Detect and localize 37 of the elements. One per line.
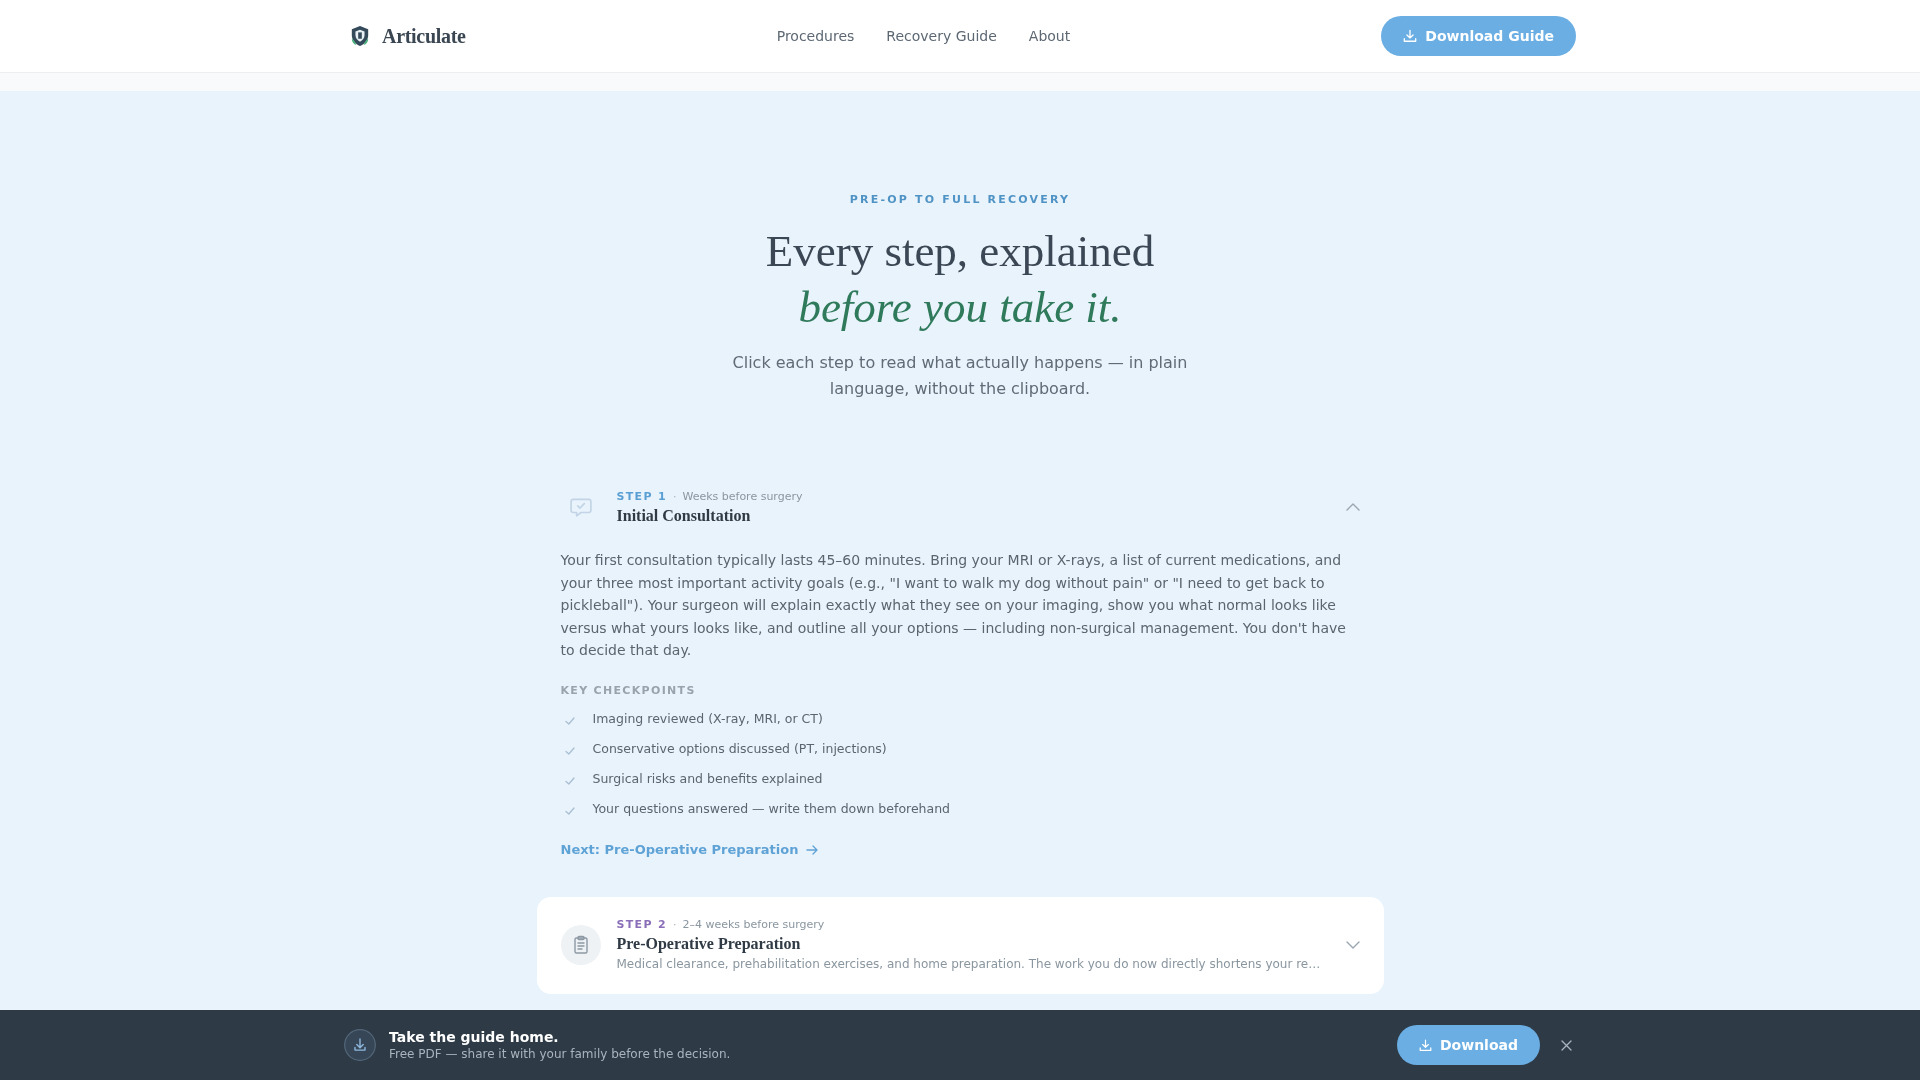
check-icon — [564, 807, 575, 816]
step-number: STEP 2 — [616, 916, 667, 933]
nav-link[interactable]: Procedures — [776, 26, 855, 46]
checklist-item: Conservative options discussed (PT, injections) — [592, 739, 887, 758]
step-timing: 2–4 weeks before surgery — [682, 916, 825, 933]
logo-icon[interactable] — [350, 25, 370, 47]
checklist-item: Imaging reviewed (X-ray, MRI, or CT) — [592, 709, 823, 728]
checklist-item: Surgical risks and benefits explained — [592, 769, 823, 788]
check-icon — [564, 747, 575, 756]
hero-subtitle: Click each step to read what actually happens — in plain language, without the clipboard. — [731, 352, 1189, 400]
hero-heading: Every step, explained before you take it. — [764, 225, 1156, 334]
check-icon — [564, 777, 575, 786]
close-icon[interactable] — [1561, 1039, 1572, 1051]
checklist-item: Your questions answered — write them down beforehand — [592, 799, 951, 818]
check-icon — [564, 717, 575, 726]
banner-subtitle: Free PDF — share it with your family before the decision. — [389, 1046, 731, 1062]
step-description: Your first consultation typically lasts 45–60 minutes. Bring your MRI or X-rays, a list of current medications, and your three most important activity goals (e.g., "I want to walk my dog without pain" or "I need to get back to pickleball"). Your surgeon will explain exactly what they see on your imaging, show you what normal looks like versus what yours looks like, and outline all your options — including non-surgical management. You don't have to decide that day. — [560, 551, 1347, 661]
step-card[interactable]: STEP 2 · 2–4 weeks before surgery Pre-Operative Preparation Medical clearance, prehabilitation exercises, and home preparation. The work you do now directly shortens your re… — [536, 896, 1384, 994]
nav-link[interactable]: Recovery Guide — [886, 26, 997, 46]
checklist-heading: KEY CHECKPOINTS — [560, 682, 697, 699]
nav-link[interactable]: About — [1028, 26, 1071, 46]
hero-eyebrow: PRE-OP TO FULL RECOVERY — [848, 192, 1072, 208]
chat-icon — [569, 496, 592, 518]
step-separator: · — [672, 916, 677, 933]
step-title: Initial Consultation — [616, 505, 752, 526]
brand-name[interactable]: Articulate — [382, 21, 466, 51]
download-icon — [1418, 1038, 1432, 1052]
step-number: STEP 1 — [616, 488, 667, 505]
arrow-right-icon — [806, 844, 819, 855]
clipboard-icon — [560, 925, 601, 966]
download-icon — [344, 1029, 376, 1061]
banner-title: Take the guide home. — [389, 1028, 560, 1046]
step-timing: Weeks before surgery — [682, 488, 803, 505]
step-summary: Medical clearance, prehabilitation exercises, and home preparation. The work you do now directly shortens your re… — [616, 955, 1322, 973]
download-icon — [1403, 29, 1418, 43]
step-title: Pre-Operative Preparation — [616, 933, 802, 954]
step-separator: · — [672, 488, 677, 505]
